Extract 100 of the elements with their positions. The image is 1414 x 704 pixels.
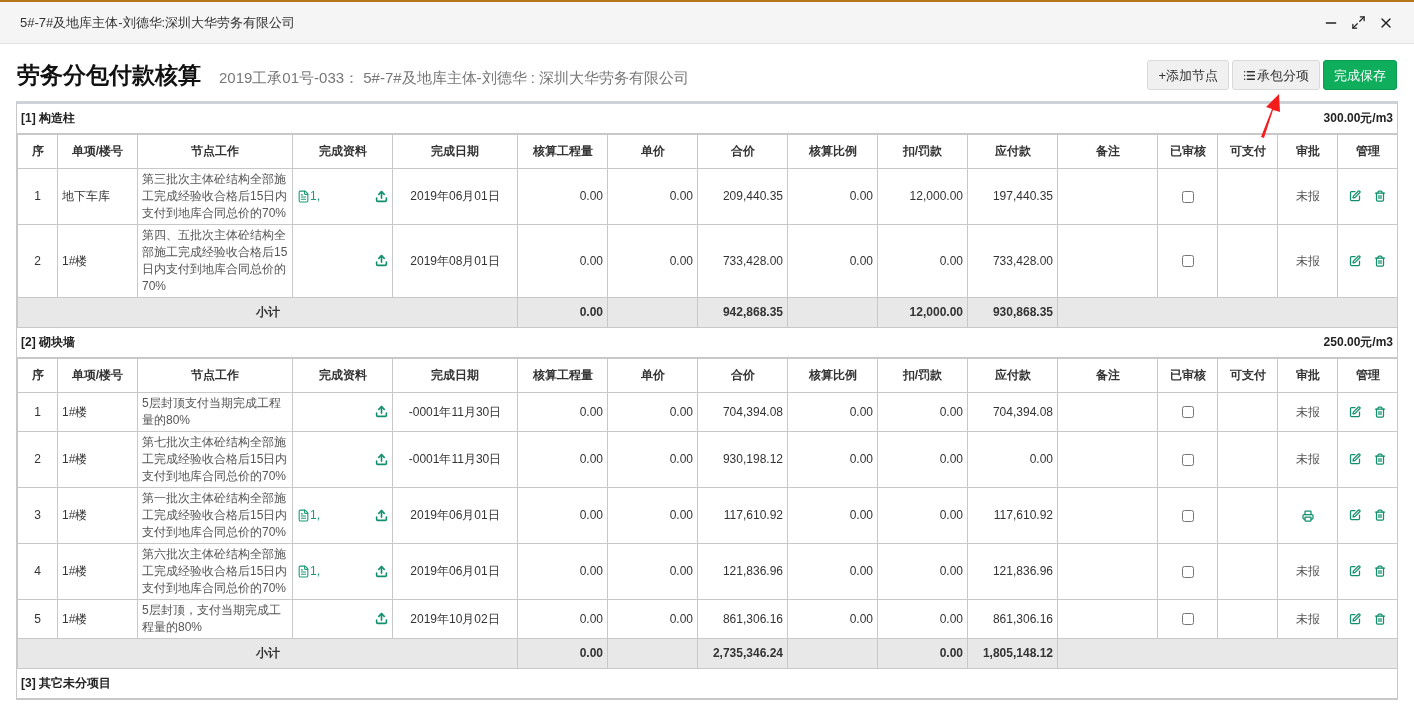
table-cell: 1 <box>17 168 58 224</box>
table-cell: 733,428.00 <box>967 224 1058 297</box>
table-cell: 1 <box>17 392 58 431</box>
upload-icon[interactable] <box>375 254 388 267</box>
delete-icon[interactable] <box>1374 565 1387 577</box>
unit-price: 250.00元/m3 <box>1323 334 1393 351</box>
upload-icon[interactable] <box>375 508 388 522</box>
table-cell: 第六批次主体砼结构全部施工完成经验收合格后15日内支付到地库合同总价的70% <box>137 543 293 599</box>
reviewed-checkbox[interactable] <box>1181 453 1194 466</box>
edit-icon[interactable] <box>1348 565 1361 577</box>
table-cell: 0.00 <box>787 599 878 638</box>
table-cell: 2019年08月01日 <box>392 224 518 297</box>
reviewed-checkbox[interactable] <box>1181 406 1194 419</box>
table-cell: 1#楼 <box>57 224 138 297</box>
edit-icon[interactable] <box>1348 509 1361 521</box>
column-header: 节点工作 <box>137 134 293 168</box>
table-cell: 197,440.35 <box>967 168 1058 224</box>
delete-icon[interactable] <box>1374 509 1387 521</box>
reviewed-checkbox[interactable] <box>1181 613 1194 626</box>
approval-status: 未报 <box>1295 404 1320 419</box>
table-cell: 0.00 <box>967 431 1058 487</box>
column-header: 序 <box>17 358 58 392</box>
column-header: 已审核 <box>1157 358 1218 392</box>
subcontract-items-button[interactable]: 承包分项 <box>1232 60 1320 91</box>
column-header: 核算比例 <box>787 358 878 392</box>
table-cell: 0.00 <box>787 392 878 431</box>
table-cell: 5层封顶，支付当期完成工程量的80% <box>137 599 293 638</box>
table-cell: 117,610.92 <box>697 487 788 543</box>
table-cell: 1,805,148.12 <box>967 638 1058 668</box>
attachment-link[interactable]: 1, <box>297 187 320 205</box>
table-cell: 0.00 <box>607 431 698 487</box>
attachment-link[interactable]: 1, <box>297 506 320 524</box>
print-icon[interactable] <box>1301 509 1314 522</box>
table-cell: 0.00 <box>517 168 608 224</box>
column-header: 完成资料 <box>292 134 393 168</box>
column-header: 完成日期 <box>392 134 518 168</box>
table-cell: 0.00 <box>877 431 968 487</box>
table-cell: 第四、五批次主体砼结构全部施工完成经验收合格后15日内支付到地库合同总价的70% <box>137 224 293 297</box>
column-header: 核算比例 <box>787 134 878 168</box>
delete-icon[interactable] <box>1374 190 1387 202</box>
maximize-icon[interactable] <box>1351 15 1366 30</box>
delete-icon[interactable] <box>1374 453 1387 465</box>
delete-icon[interactable] <box>1374 405 1387 418</box>
add-node-button[interactable]: +添加节点 <box>1147 60 1229 91</box>
table-cell: 0.00 <box>877 392 968 431</box>
save-button[interactable]: 完成保存 <box>1323 60 1397 91</box>
table-cell: 733,428.00 <box>697 224 788 297</box>
upload-icon[interactable] <box>375 564 388 578</box>
document-icon <box>297 508 310 522</box>
table-cell: 0.00 <box>517 431 608 487</box>
reviewed-checkbox[interactable] <box>1181 255 1194 268</box>
column-header: 审批 <box>1277 358 1338 392</box>
table-cell: 0.00 <box>877 638 968 668</box>
edit-icon[interactable] <box>1348 405 1361 418</box>
table-cell: 2019年06月01日 <box>392 487 518 543</box>
table-cell: 0.00 <box>607 224 698 297</box>
column-header: 扣/罚款 <box>877 134 968 168</box>
table-cell: 0.00 <box>517 543 608 599</box>
edit-icon[interactable] <box>1348 612 1361 625</box>
edit-icon[interactable] <box>1348 453 1361 465</box>
edit-icon[interactable] <box>1348 254 1361 267</box>
table-cell: 121,836.96 <box>697 543 788 599</box>
upload-icon[interactable] <box>375 189 388 203</box>
section-title: [3] 其它未分项目 <box>21 675 111 692</box>
reviewed-checkbox[interactable] <box>1181 190 1194 203</box>
table-cell: 1#楼 <box>57 431 138 487</box>
reviewed-checkbox[interactable] <box>1181 565 1194 578</box>
table-cell: 5层封顶支付当期完成工程量的80% <box>137 392 293 431</box>
table-cell: 5 <box>17 599 58 638</box>
column-header: 单项/楼号 <box>57 358 138 392</box>
column-header: 可支付 <box>1217 358 1278 392</box>
table-cell: 0.00 <box>787 168 878 224</box>
section-title: [1] 构造柱 <box>21 110 75 127</box>
upload-icon[interactable] <box>375 452 388 466</box>
column-header: 单项/楼号 <box>57 134 138 168</box>
table-cell: 0.00 <box>517 638 608 668</box>
column-header: 完成资料 <box>292 358 393 392</box>
approval-status: 未报 <box>1295 253 1320 268</box>
list-icon <box>1243 68 1256 82</box>
table-cell: 0.00 <box>517 487 608 543</box>
window-title: 5#-7#及地库主体-刘德华:深圳大华劳务有限公司 <box>20 13 296 32</box>
table-cell: 1#楼 <box>57 599 138 638</box>
column-header: 单价 <box>607 358 698 392</box>
upload-icon[interactable] <box>375 612 388 625</box>
table-cell: 12,000.00 <box>877 297 968 327</box>
page-title: 劳务分包付款核算 <box>17 61 201 90</box>
table-cell: 第七批次主体砼结构全部施工完成经验收合格后15日内支付到地库合同总价的70% <box>137 431 293 487</box>
attachment-link[interactable]: 1, <box>297 562 320 580</box>
edit-icon[interactable] <box>1348 190 1361 202</box>
section-title: [2] 砌块墙 <box>21 334 75 351</box>
table-cell: 0.00 <box>877 599 968 638</box>
table-cell: 0.00 <box>787 543 878 599</box>
upload-icon[interactable] <box>375 405 388 418</box>
delete-icon[interactable] <box>1374 612 1387 625</box>
approval-status: 未报 <box>1295 564 1320 578</box>
column-header: 完成日期 <box>392 358 518 392</box>
delete-icon[interactable] <box>1374 254 1387 267</box>
table-cell: 2 <box>17 431 58 487</box>
reviewed-checkbox[interactable] <box>1181 509 1194 522</box>
table-cell: 861,306.16 <box>697 599 788 638</box>
